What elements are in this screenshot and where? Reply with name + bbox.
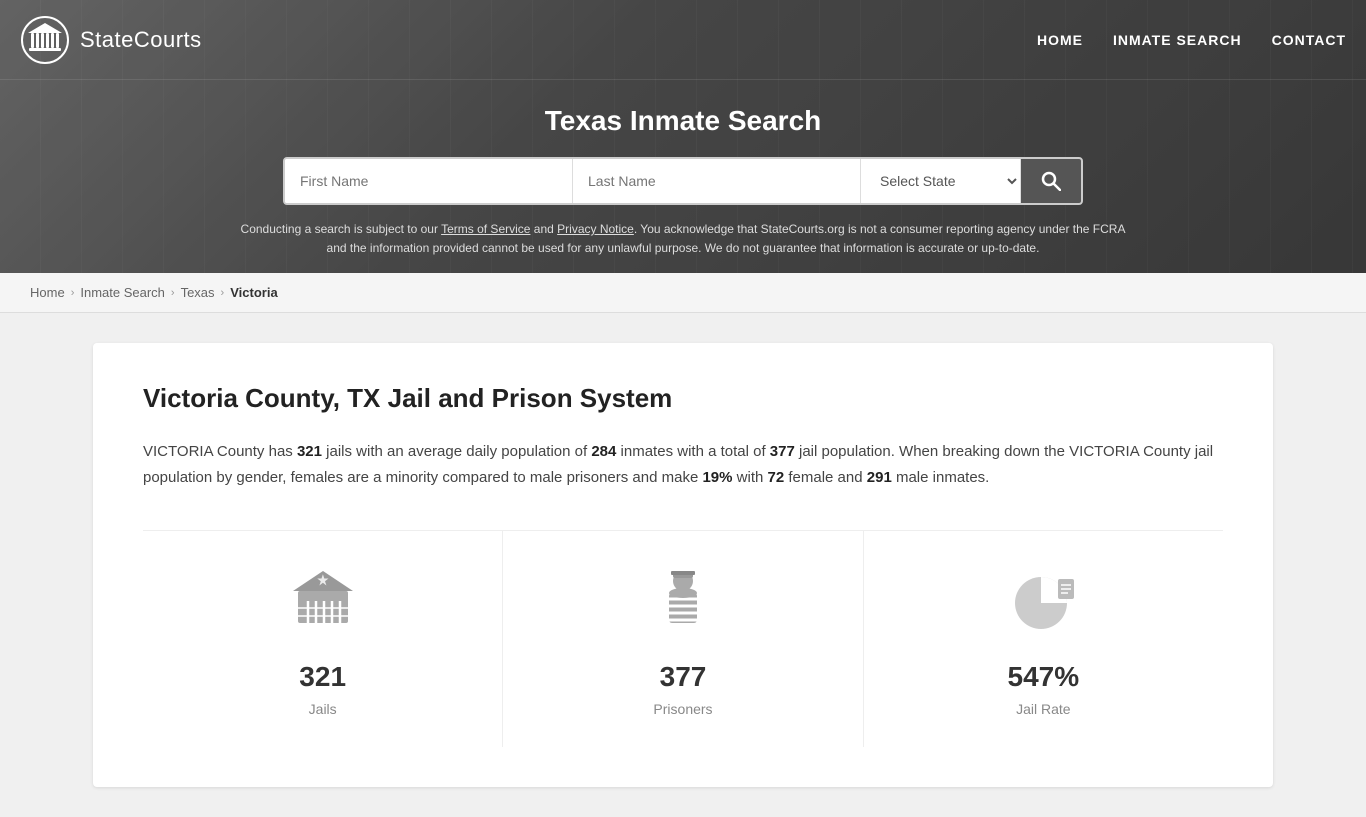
jails-label: Jails [163, 701, 482, 717]
header-content: StateCourts HOME INMATE SEARCH CONTACT T… [0, 0, 1366, 273]
male-count-inline: 291 [867, 469, 892, 486]
prisoners-number: 377 [523, 661, 842, 693]
search-button[interactable] [1021, 159, 1081, 203]
stat-jails: 321 Jails [143, 531, 503, 747]
jail-rate-label: Jail Rate [884, 701, 1203, 717]
main-content: Victoria County, TX Jail and Prison Syst… [0, 313, 1366, 817]
page-title: Texas Inmate Search [20, 105, 1346, 137]
logo-icon [20, 15, 70, 65]
nav-links: HOME INMATE SEARCH CONTACT [1037, 27, 1346, 53]
breadcrumb-home[interactable]: Home [30, 285, 65, 300]
state-select[interactable]: Select StateAlabamaAlaskaArizonaArkansas… [861, 159, 1021, 203]
avg-pop-inline: 284 [591, 443, 616, 460]
stat-prisoners: 377 Prisoners [503, 531, 863, 747]
navigation: StateCourts HOME INMATE SEARCH CONTACT [0, 0, 1366, 80]
last-name-input[interactable] [573, 159, 861, 203]
prisoner-icon [643, 561, 723, 641]
jails-number: 321 [163, 661, 482, 693]
first-name-input[interactable] [285, 159, 573, 203]
nav-contact[interactable]: CONTACT [1272, 27, 1346, 53]
privacy-link[interactable]: Privacy Notice [557, 222, 634, 236]
jail-icon [283, 561, 363, 641]
nav-home[interactable]: HOME [1037, 27, 1083, 53]
breadcrumb: Home › Inmate Search › Texas › Victoria [0, 273, 1366, 313]
pie-chart-icon [1003, 561, 1083, 641]
county-heading: Victoria County, TX Jail and Prison Syst… [143, 383, 1223, 414]
header: StateCourts HOME INMATE SEARCH CONTACT T… [0, 0, 1366, 273]
breadcrumb-sep2: › [171, 287, 175, 299]
breadcrumb-current: Victoria [230, 285, 277, 300]
logo-link[interactable]: StateCourts [20, 15, 202, 65]
stat-jail-rate: 547% Jail Rate [864, 531, 1223, 747]
search-icon [1041, 171, 1061, 191]
search-section: Texas Inmate Search Select StateAlabamaA… [0, 80, 1366, 273]
female-count-inline: 72 [768, 469, 785, 486]
stats-row: 321 Jails [143, 530, 1223, 747]
prisoners-label: Prisoners [523, 701, 842, 717]
nav-inmate-search[interactable]: INMATE SEARCH [1113, 27, 1242, 53]
jails-count-inline: 321 [297, 443, 322, 460]
breadcrumb-sep3: › [221, 287, 225, 299]
total-pop-inline: 377 [770, 443, 795, 460]
content-card: Victoria County, TX Jail and Prison Syst… [93, 343, 1273, 787]
logo-text: StateCourts [80, 27, 202, 53]
breadcrumb-sep1: › [71, 287, 75, 299]
disclaimer: Conducting a search is subject to our Te… [233, 220, 1133, 258]
terms-link[interactable]: Terms of Service [441, 222, 530, 236]
breadcrumb-state[interactable]: Texas [181, 285, 215, 300]
county-description: VICTORIA County has 321 jails with an av… [143, 439, 1223, 490]
search-bar: Select StateAlabamaAlaskaArizonaArkansas… [283, 157, 1083, 205]
jail-rate-number: 547% [884, 661, 1203, 693]
female-pct-inline: 19% [702, 469, 732, 486]
breadcrumb-inmate-search[interactable]: Inmate Search [80, 285, 165, 300]
